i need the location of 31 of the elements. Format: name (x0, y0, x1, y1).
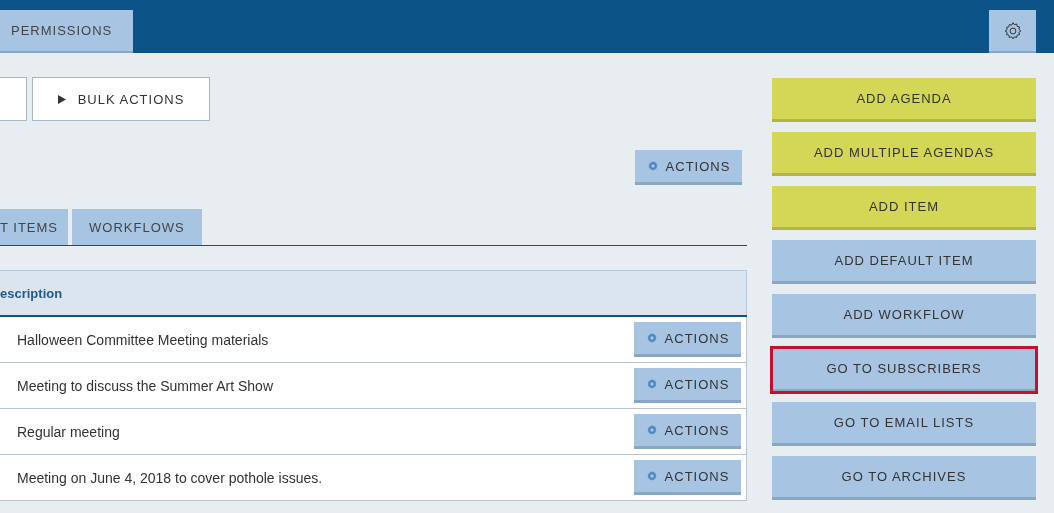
gear-icon (645, 378, 658, 390)
sidebar-button[interactable]: GO TO ARCHIVES (772, 456, 1036, 500)
gear-icon (645, 470, 658, 482)
actions-button[interactable]: ACTIONS (634, 460, 741, 495)
actions-button[interactable]: ACTIONS (635, 150, 742, 185)
gear-icon (646, 160, 659, 172)
actions-button[interactable]: ACTIONS (634, 322, 741, 357)
permissions-tab[interactable]: PERMISSIONS (0, 10, 133, 53)
settings-icon (1002, 20, 1023, 41)
sidebar-button[interactable]: ADD MULTIPLE AGENDAS (772, 132, 1036, 176)
table-cell: Meeting on June 4, 2018 to cover pothole issues. (17, 469, 323, 486)
sidebar-button[interactable]: ADD DEFAULT ITEM (772, 240, 1036, 284)
actions-button[interactable]: ACTIONS (634, 414, 741, 449)
settings-button[interactable] (989, 10, 1036, 53)
column-header: escription (0, 285, 63, 301)
sidebar-button[interactable]: GO TO SUBSCRIBERS (772, 348, 1036, 392)
sidebar-button[interactable]: ADD ITEM (772, 186, 1036, 230)
play-icon (57, 94, 66, 104)
cut-off-button[interactable] (0, 77, 27, 121)
tab[interactable]: T ITEMS (0, 209, 69, 245)
table-cell: Meeting to discuss the Summer Art Show (17, 377, 273, 394)
table-cell: Halloween Committee Meeting materials (17, 331, 269, 348)
tab[interactable]: WORKFLOWS (72, 209, 202, 245)
table-cell: Regular meeting (17, 423, 120, 440)
gear-icon (645, 424, 658, 436)
sidebar-button[interactable]: ADD AGENDA (772, 78, 1036, 122)
actions-button[interactable]: ACTIONS (634, 368, 741, 403)
sidebar-button[interactable]: ADD WORKFLOW (772, 294, 1036, 338)
bulk-actions-button[interactable]: BULK ACTIONS (32, 77, 210, 121)
sidebar-button[interactable]: GO TO EMAIL LISTS (772, 402, 1036, 446)
gear-icon (645, 332, 658, 344)
